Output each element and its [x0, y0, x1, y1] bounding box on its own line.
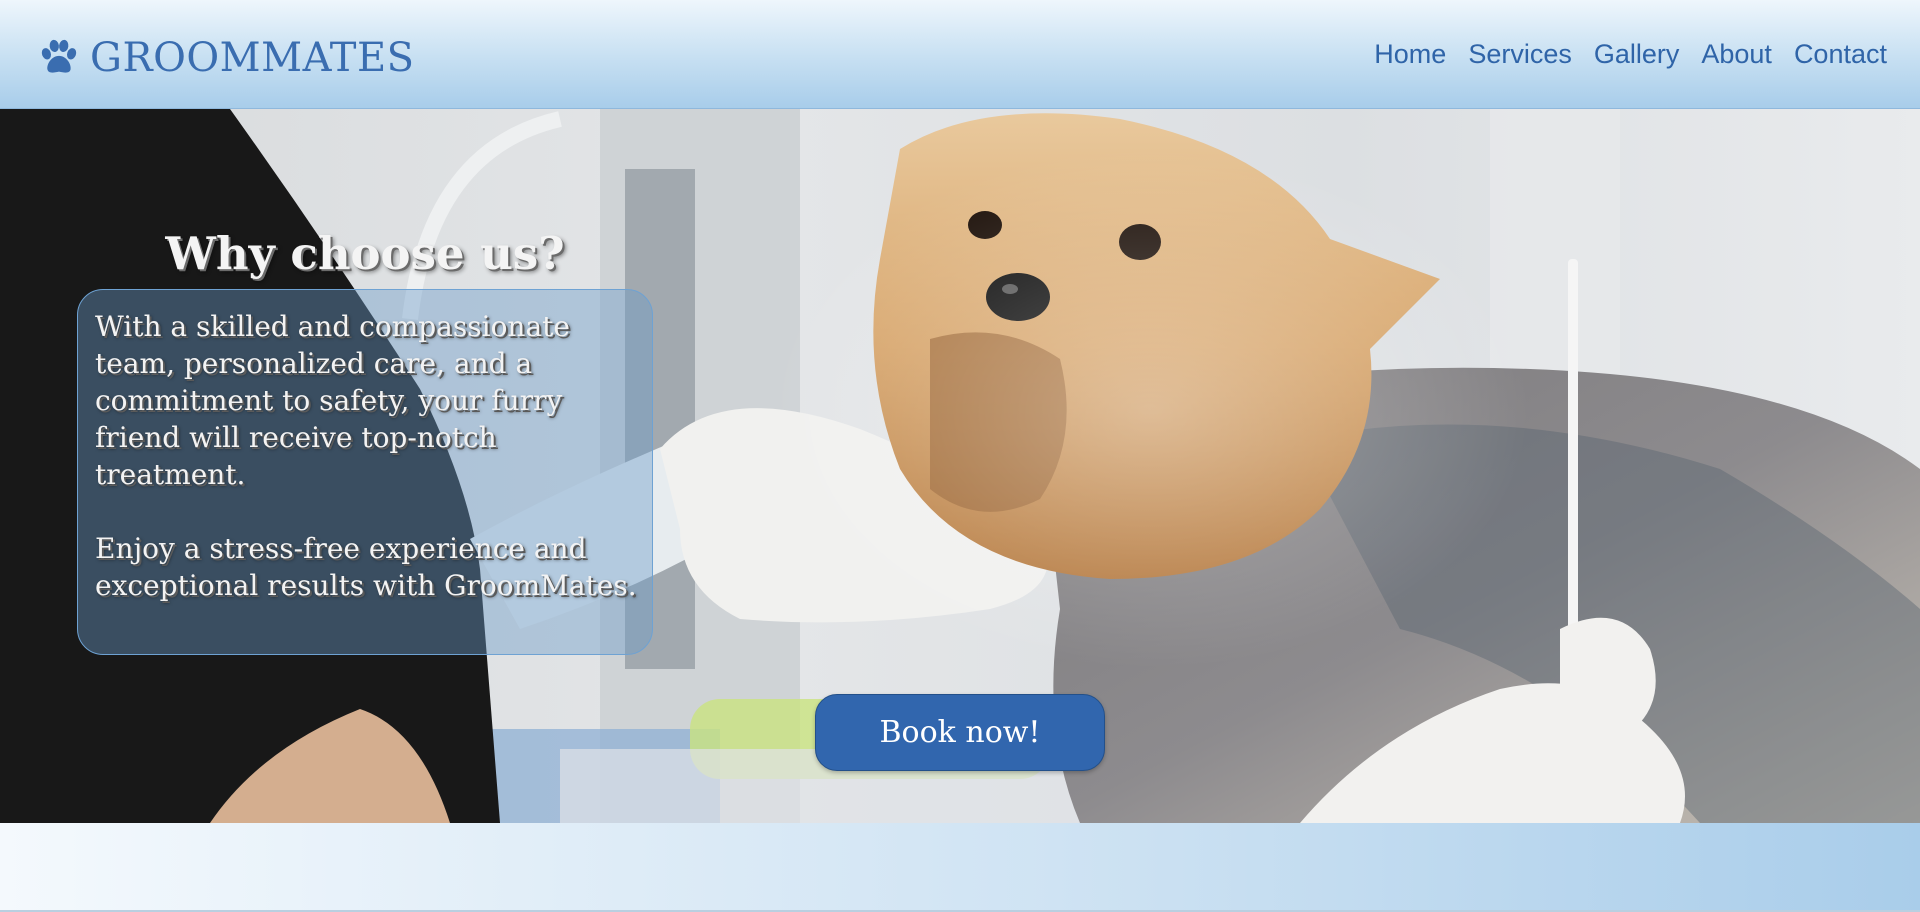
site-footer: [0, 823, 1920, 912]
paw-icon: [41, 39, 77, 73]
nav-home[interactable]: Home: [1374, 39, 1446, 70]
nav-about[interactable]: About: [1701, 39, 1772, 70]
nav-contact[interactable]: Contact: [1794, 39, 1887, 70]
hero-section: Why choose us? With a skilled and compas…: [0, 109, 1920, 823]
site-header: GROOMMATES Home Services Gallery About C…: [0, 0, 1920, 109]
info-box: With a skilled and compassionate team, p…: [77, 289, 653, 655]
brand-name: GROOMMATES: [90, 35, 415, 81]
hero-heading: Why choose us?: [165, 227, 565, 280]
nav-services[interactable]: Services: [1468, 39, 1572, 70]
info-paragraph-2: Enjoy a stress-free experience and excep…: [95, 532, 637, 602]
logo[interactable]: GROOMMATES: [38, 30, 415, 86]
info-paragraph-1: With a skilled and compassionate team, p…: [95, 310, 570, 491]
main-nav: Home Services Gallery About Contact: [1374, 39, 1887, 70]
book-now-button[interactable]: Book now!: [815, 694, 1105, 771]
nav-gallery[interactable]: Gallery: [1594, 39, 1680, 70]
